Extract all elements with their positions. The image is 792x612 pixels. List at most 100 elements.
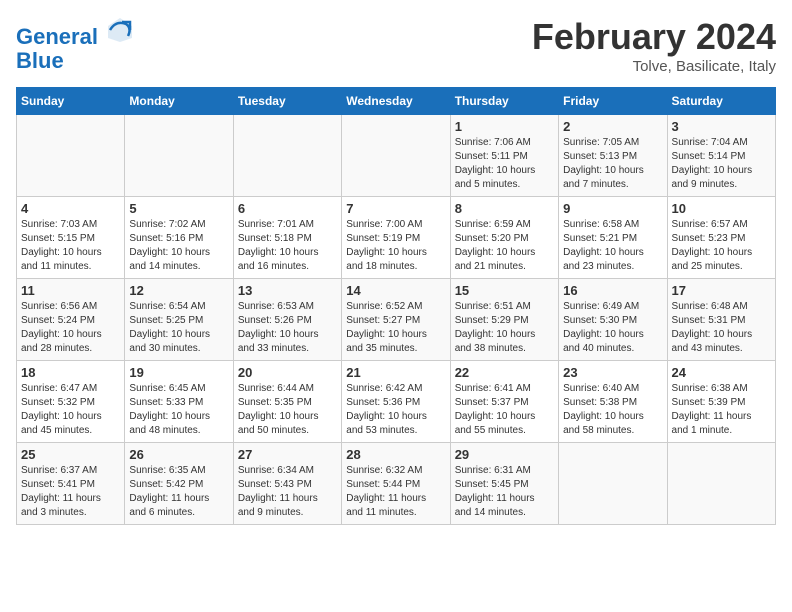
logo: General Blue bbox=[16, 16, 134, 73]
day-info: Sunrise: 7:04 AM Sunset: 5:14 PM Dayligh… bbox=[672, 136, 771, 192]
day-number: 13 bbox=[238, 283, 337, 298]
week-row-2: 4 Sunrise: 7:03 AM Sunset: 5:15 PM Daylig… bbox=[17, 197, 776, 279]
calendar-cell bbox=[125, 115, 233, 197]
header-row: SundayMondayTuesdayWednesdayThursdayFrid… bbox=[17, 88, 776, 115]
calendar-cell: 24 Sunrise: 6:38 AM Sunset: 5:39 PM Dayli… bbox=[667, 361, 775, 443]
col-header-saturday: Saturday bbox=[667, 88, 775, 115]
day-info: Sunrise: 6:32 AM Sunset: 5:44 PM Dayligh… bbox=[346, 464, 445, 520]
calendar-cell: 8 Sunrise: 6:59 AM Sunset: 5:20 PM Daylig… bbox=[450, 197, 558, 279]
day-number: 20 bbox=[238, 365, 337, 380]
day-number: 22 bbox=[455, 365, 554, 380]
calendar-cell: 26Sunrise: 6:35 AM Sunset: 5:42 PM Dayli… bbox=[125, 443, 233, 525]
logo-general: General bbox=[16, 24, 98, 49]
col-header-friday: Friday bbox=[559, 88, 667, 115]
calendar-cell: 19 Sunrise: 6:45 AM Sunset: 5:33 PM Dayli… bbox=[125, 361, 233, 443]
day-info: Sunrise: 6:37 AM Sunset: 5:41 PM Dayligh… bbox=[21, 464, 120, 520]
calendar-cell: 17 Sunrise: 6:48 AM Sunset: 5:31 PM Dayli… bbox=[667, 279, 775, 361]
calendar-cell bbox=[559, 443, 667, 525]
calendar-cell: 13 Sunrise: 6:53 AM Sunset: 5:26 PM Dayli… bbox=[233, 279, 341, 361]
week-row-5: 25 Sunrise: 6:37 AM Sunset: 5:41 PM Dayli… bbox=[17, 443, 776, 525]
day-number: 17 bbox=[672, 283, 771, 298]
day-number: 23 bbox=[563, 365, 662, 380]
day-number: 25 bbox=[21, 447, 120, 462]
calendar-cell: 12 Sunrise: 6:54 AM Sunset: 5:25 PM Dayli… bbox=[125, 279, 233, 361]
day-number: 7 bbox=[346, 201, 445, 216]
day-info: Sunrise: 6:45 AM Sunset: 5:33 PM Dayligh… bbox=[129, 382, 228, 438]
calendar-cell: 22 Sunrise: 6:41 AM Sunset: 5:37 PM Dayli… bbox=[450, 361, 558, 443]
calendar-cell bbox=[233, 115, 341, 197]
day-number: 9 bbox=[563, 201, 662, 216]
day-info: Sunrise: 7:06 AM Sunset: 5:11 PM Dayligh… bbox=[455, 136, 554, 192]
day-info: Sunrise: 6:38 AM Sunset: 5:39 PM Dayligh… bbox=[672, 382, 771, 438]
day-info: Sunrise: 6:54 AM Sunset: 5:25 PM Dayligh… bbox=[129, 300, 228, 356]
day-info: Sunrise: 7:02 AM Sunset: 5:16 PM Dayligh… bbox=[129, 218, 228, 274]
day-number: 29 bbox=[455, 447, 554, 462]
logo-blue: Blue bbox=[16, 48, 64, 73]
day-info: Sunrise: 6:42 AM Sunset: 5:36 PM Dayligh… bbox=[346, 382, 445, 438]
day-number: 21 bbox=[346, 365, 445, 380]
col-header-monday: Monday bbox=[125, 88, 233, 115]
calendar-cell: 14 Sunrise: 6:52 AM Sunset: 5:27 PM Dayli… bbox=[342, 279, 450, 361]
calendar-cell: 28 Sunrise: 6:32 AM Sunset: 5:44 PM Dayli… bbox=[342, 443, 450, 525]
logo-icon bbox=[106, 16, 134, 44]
day-number: 6 bbox=[238, 201, 337, 216]
day-number: 28 bbox=[346, 447, 445, 462]
week-row-1: 1 Sunrise: 7:06 AM Sunset: 5:11 PM Daylig… bbox=[17, 115, 776, 197]
col-header-thursday: Thursday bbox=[450, 88, 558, 115]
day-info: Sunrise: 6:44 AM Sunset: 5:35 PM Dayligh… bbox=[238, 382, 337, 438]
calendar-cell: 3 Sunrise: 7:04 AM Sunset: 5:14 PM Daylig… bbox=[667, 115, 775, 197]
calendar-cell: 18 Sunrise: 6:47 AM Sunset: 5:32 PM Dayli… bbox=[17, 361, 125, 443]
day-info: Sunrise: 6:57 AM Sunset: 5:23 PM Dayligh… bbox=[672, 218, 771, 274]
calendar-cell: 5Sunrise: 7:02 AM Sunset: 5:16 PM Daylig… bbox=[125, 197, 233, 279]
day-number: 8 bbox=[455, 201, 554, 216]
day-info: Sunrise: 6:58 AM Sunset: 5:21 PM Dayligh… bbox=[563, 218, 662, 274]
week-row-3: 11 Sunrise: 6:56 AM Sunset: 5:24 PM Dayli… bbox=[17, 279, 776, 361]
calendar-cell bbox=[667, 443, 775, 525]
calendar-cell: 23 Sunrise: 6:40 AM Sunset: 5:38 PM Dayli… bbox=[559, 361, 667, 443]
calendar-cell: 6 Sunrise: 7:01 AM Sunset: 5:18 PM Daylig… bbox=[233, 197, 341, 279]
calendar-cell: 15 Sunrise: 6:51 AM Sunset: 5:29 PM Dayli… bbox=[450, 279, 558, 361]
day-number: 4 bbox=[21, 201, 120, 216]
day-number: 3 bbox=[672, 119, 771, 134]
calendar-cell: 7 Sunrise: 7:00 AM Sunset: 5:19 PM Daylig… bbox=[342, 197, 450, 279]
month-title: February 2024 bbox=[532, 16, 776, 58]
day-info: Sunrise: 6:48 AM Sunset: 5:31 PM Dayligh… bbox=[672, 300, 771, 356]
day-info: Sunrise: 6:47 AM Sunset: 5:32 PM Dayligh… bbox=[21, 382, 120, 438]
day-info: Sunrise: 6:52 AM Sunset: 5:27 PM Dayligh… bbox=[346, 300, 445, 356]
day-info: Sunrise: 7:01 AM Sunset: 5:18 PM Dayligh… bbox=[238, 218, 337, 274]
day-info: Sunrise: 6:59 AM Sunset: 5:20 PM Dayligh… bbox=[455, 218, 554, 274]
day-number: 26 bbox=[129, 447, 228, 462]
calendar-cell: 4 Sunrise: 7:03 AM Sunset: 5:15 PM Daylig… bbox=[17, 197, 125, 279]
day-number: 27 bbox=[238, 447, 337, 462]
day-info: Sunrise: 6:41 AM Sunset: 5:37 PM Dayligh… bbox=[455, 382, 554, 438]
day-info: Sunrise: 6:56 AM Sunset: 5:24 PM Dayligh… bbox=[21, 300, 120, 356]
page-header: General Blue February 2024 Tolve, Basili… bbox=[16, 16, 776, 75]
day-info: Sunrise: 6:53 AM Sunset: 5:26 PM Dayligh… bbox=[238, 300, 337, 356]
calendar-cell: 10Sunrise: 6:57 AM Sunset: 5:23 PM Dayli… bbox=[667, 197, 775, 279]
col-header-sunday: Sunday bbox=[17, 88, 125, 115]
day-info: Sunrise: 7:00 AM Sunset: 5:19 PM Dayligh… bbox=[346, 218, 445, 274]
day-number: 1 bbox=[455, 119, 554, 134]
calendar-cell bbox=[17, 115, 125, 197]
day-number: 24 bbox=[672, 365, 771, 380]
calendar-cell: 1 Sunrise: 7:06 AM Sunset: 5:11 PM Daylig… bbox=[450, 115, 558, 197]
day-number: 12 bbox=[129, 283, 228, 298]
calendar-cell: 29Sunrise: 6:31 AM Sunset: 5:45 PM Dayli… bbox=[450, 443, 558, 525]
location: Tolve, Basilicate, Italy bbox=[532, 58, 776, 75]
day-number: 16 bbox=[563, 283, 662, 298]
calendar-cell: 27Sunrise: 6:34 AM Sunset: 5:43 PM Dayli… bbox=[233, 443, 341, 525]
week-row-4: 18 Sunrise: 6:47 AM Sunset: 5:32 PM Dayli… bbox=[17, 361, 776, 443]
calendar-cell: 20 Sunrise: 6:44 AM Sunset: 5:35 PM Dayli… bbox=[233, 361, 341, 443]
day-info: Sunrise: 7:03 AM Sunset: 5:15 PM Dayligh… bbox=[21, 218, 120, 274]
calendar-cell: 25 Sunrise: 6:37 AM Sunset: 5:41 PM Dayli… bbox=[17, 443, 125, 525]
day-number: 11 bbox=[21, 283, 120, 298]
day-number: 19 bbox=[129, 365, 228, 380]
col-header-tuesday: Tuesday bbox=[233, 88, 341, 115]
day-info: Sunrise: 6:40 AM Sunset: 5:38 PM Dayligh… bbox=[563, 382, 662, 438]
day-number: 18 bbox=[21, 365, 120, 380]
calendar-cell bbox=[342, 115, 450, 197]
day-number: 2 bbox=[563, 119, 662, 134]
day-number: 14 bbox=[346, 283, 445, 298]
day-info: Sunrise: 6:51 AM Sunset: 5:29 PM Dayligh… bbox=[455, 300, 554, 356]
day-number: 15 bbox=[455, 283, 554, 298]
